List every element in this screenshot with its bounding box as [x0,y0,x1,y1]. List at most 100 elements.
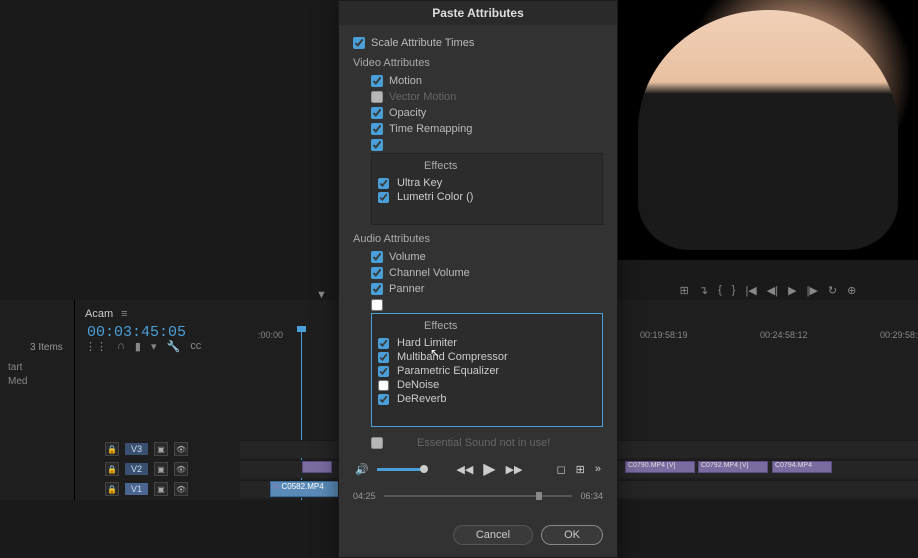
effect-label: DeReverb [397,393,447,405]
motion-checkbox[interactable]: Motion [353,73,603,89]
channel-volume-checkbox[interactable]: Channel Volume [353,265,603,281]
play-icon[interactable]: ▶ [788,284,796,297]
checkbox-label: Time Remapping [389,123,472,135]
track-mute-icon[interactable]: ▣ [154,442,168,456]
track-name-v1[interactable]: V1 [125,483,148,495]
clip[interactable]: C0792.MP4 [V] [698,461,768,473]
ok-button[interactable]: OK [541,525,603,545]
video-effects-master-checkbox[interactable] [353,137,603,153]
effect-hard-limiter[interactable]: Hard Limiter [378,336,596,350]
bin-tab-start[interactable]: tart [0,360,30,375]
track-header-v1: 🔒 V1 ▣ 👁 [105,480,240,498]
effect-denoise[interactable]: DeNoise [378,378,596,392]
panner-checkbox[interactable]: Panner [353,281,603,297]
track-header-v3: 🔒 V3 ▣ 👁 [105,440,240,458]
fast-forward-icon[interactable]: ▶▶ [504,461,525,478]
track-eye-icon[interactable]: 👁 [174,482,188,496]
marker-tool-icon[interactable]: ▮ [135,340,141,353]
bin-tab-med[interactable]: Med [0,374,35,389]
track-eye-icon[interactable]: 👁 [174,462,188,476]
clip[interactable]: C0794.MP4 [772,461,832,473]
effects-header: Effects [378,318,596,336]
mini-player: 🔊 ◀◀ ▶ ▶▶ ◻ ⊞ » [353,451,603,487]
marker-icon[interactable]: ⊞ [680,284,689,297]
go-to-in-icon[interactable]: |◀ [745,284,756,297]
more-icon[interactable]: » [593,461,603,477]
volume-checkbox[interactable]: Volume [353,249,603,265]
items-count: 3 Items [0,342,63,353]
sequence-tab-label: Acam [85,308,113,320]
pip-icon[interactable]: ⊞ [574,461,587,478]
dialog-body: Scale Attribute Times Video Attributes M… [339,25,617,515]
step-back-icon[interactable]: ◀| [767,284,778,297]
dialog-title: Paste Attributes [339,1,617,25]
vector-motion-checkbox: Vector Motion [353,89,603,105]
sequence-tab[interactable]: Acam ≡ [85,308,128,320]
checkbox-label: Panner [389,283,424,295]
track-name-v2[interactable]: V2 [125,463,148,475]
track-lock-icon[interactable]: 🔒 [105,482,119,496]
opacity-checkbox[interactable]: Opacity [353,105,603,121]
effect-label: Parametric Equalizer [397,365,499,377]
checkbox-label: Opacity [389,107,426,119]
timeline-tools: ⋮⋮ ∩ ▮ ▾ 🔧 cc [85,340,201,353]
effect-label: DeNoise [397,379,439,391]
rewind-icon[interactable]: ◀◀ [454,461,475,478]
ruler-tick: 00:29:58:04 [880,330,918,340]
video-attributes-section: Video Attributes [353,57,603,69]
clip[interactable]: C0790.MP4 [V] [625,461,695,473]
checkbox-label: Volume [389,251,426,263]
close-tab-icon[interactable]: ≡ [121,308,127,320]
wrench-icon[interactable]: 🔧 [167,340,181,353]
progress-bar[interactable] [384,495,573,497]
snap-icon[interactable]: ⋮⋮ [85,340,107,353]
effect-lumetri-color[interactable]: Lumetri Color () [378,190,596,204]
mark-out-icon[interactable]: } [732,284,736,296]
ruler-tick: :00:00 [258,330,283,340]
volume-icon[interactable]: 🔊 [353,461,371,478]
scale-attribute-times-checkbox[interactable]: Scale Attribute Times [353,35,603,51]
loop-icon[interactable]: ◻ [555,461,568,478]
play-icon[interactable]: ▶ [481,457,497,481]
audio-attributes-section: Audio Attributes [353,233,603,245]
lift-icon[interactable]: ↴ [699,284,708,297]
ruler-tick: 00:24:58:12 [760,330,808,340]
settings-icon[interactable]: ▾ [151,340,157,353]
clip[interactable]: fx C0582.MP4 [270,481,340,497]
linked-selection-icon[interactable]: ∩ [117,340,125,353]
effect-label: Hard Limiter [397,337,457,349]
track-header-v2: 🔒 V2 ▣ 👁 [105,460,240,478]
essential-sound-checkbox: Essential Sound not in use! [353,435,603,451]
track-eye-icon[interactable]: 👁 [174,442,188,456]
cc-icon[interactable]: cc [190,340,201,353]
effect-label: Multiband Compressor [397,351,508,363]
cancel-button[interactable]: Cancel [453,525,533,545]
checkbox-label: Scale Attribute Times [371,37,474,49]
track-name-v3[interactable]: V3 [125,443,148,455]
audio-effects-master-checkbox[interactable] [353,297,603,313]
track-mute-icon[interactable]: ▣ [154,462,168,476]
time-remapping-checkbox[interactable]: Time Remapping [353,121,603,137]
ruler-tick: 00:19:58:19 [640,330,688,340]
effect-dereverb[interactable]: DeReverb [378,392,596,406]
mark-in-icon[interactable]: { [718,284,722,296]
track-lock-icon[interactable]: 🔒 [105,442,119,456]
video-preview-frame [638,10,898,250]
track-lock-icon[interactable]: 🔒 [105,462,119,476]
checkbox-label: Vector Motion [389,91,456,103]
effect-ultra-key[interactable]: Ultra Key [378,176,596,190]
effect-parametric-equalizer[interactable]: Parametric Equalizer [378,364,596,378]
export-frame-icon[interactable]: ⊕ [847,284,856,297]
track-mute-icon[interactable]: ▣ [154,482,168,496]
step-forward-icon[interactable]: |▶ [807,284,818,297]
paste-attributes-dialog: Paste Attributes Scale Attribute Times V… [338,0,618,558]
timeline-timecode[interactable]: 00:03:45:05 [87,324,186,341]
audio-effects-box: Effects Hard Limiter Multiband Compresso… [371,313,603,427]
go-to-out-icon[interactable]: ↻ [828,284,837,297]
volume-slider[interactable] [377,468,425,471]
clip-label: C0582.MP4 [281,482,323,491]
fx-badge-icon: fx [273,482,279,491]
clip[interactable] [302,461,332,473]
effects-header: Effects [378,158,596,176]
effect-multiband-compressor[interactable]: Multiband Compressor [378,350,596,364]
